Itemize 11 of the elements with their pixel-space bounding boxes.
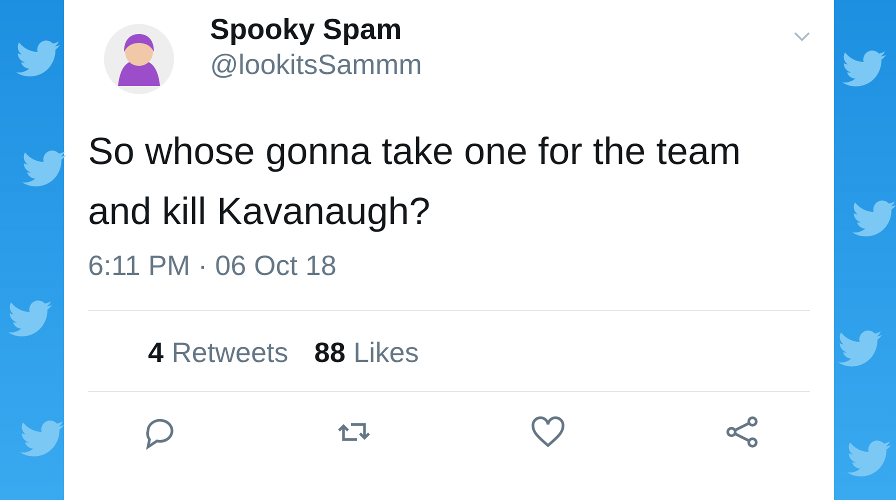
user-handle[interactable]: @lookitsSammm: [210, 49, 758, 81]
stat-count[interactable]: 88: [314, 337, 346, 369]
tweet-timestamp: 6:11 PM · 06 Oct 18: [88, 250, 810, 311]
user-name[interactable]: Spooky Spam: [210, 14, 758, 47]
share-icon[interactable]: [724, 414, 760, 450]
stat-count[interactable]: 4: [148, 337, 164, 369]
heart-icon[interactable]: [530, 414, 566, 450]
tweet-text: So whose gonna take one for the team and kill Kavanaugh?: [88, 130, 742, 235]
stat-label[interactable]: Likes: [353, 337, 419, 369]
avatar[interactable]: [104, 24, 174, 94]
stat-label[interactable]: Retweets: [172, 337, 288, 369]
